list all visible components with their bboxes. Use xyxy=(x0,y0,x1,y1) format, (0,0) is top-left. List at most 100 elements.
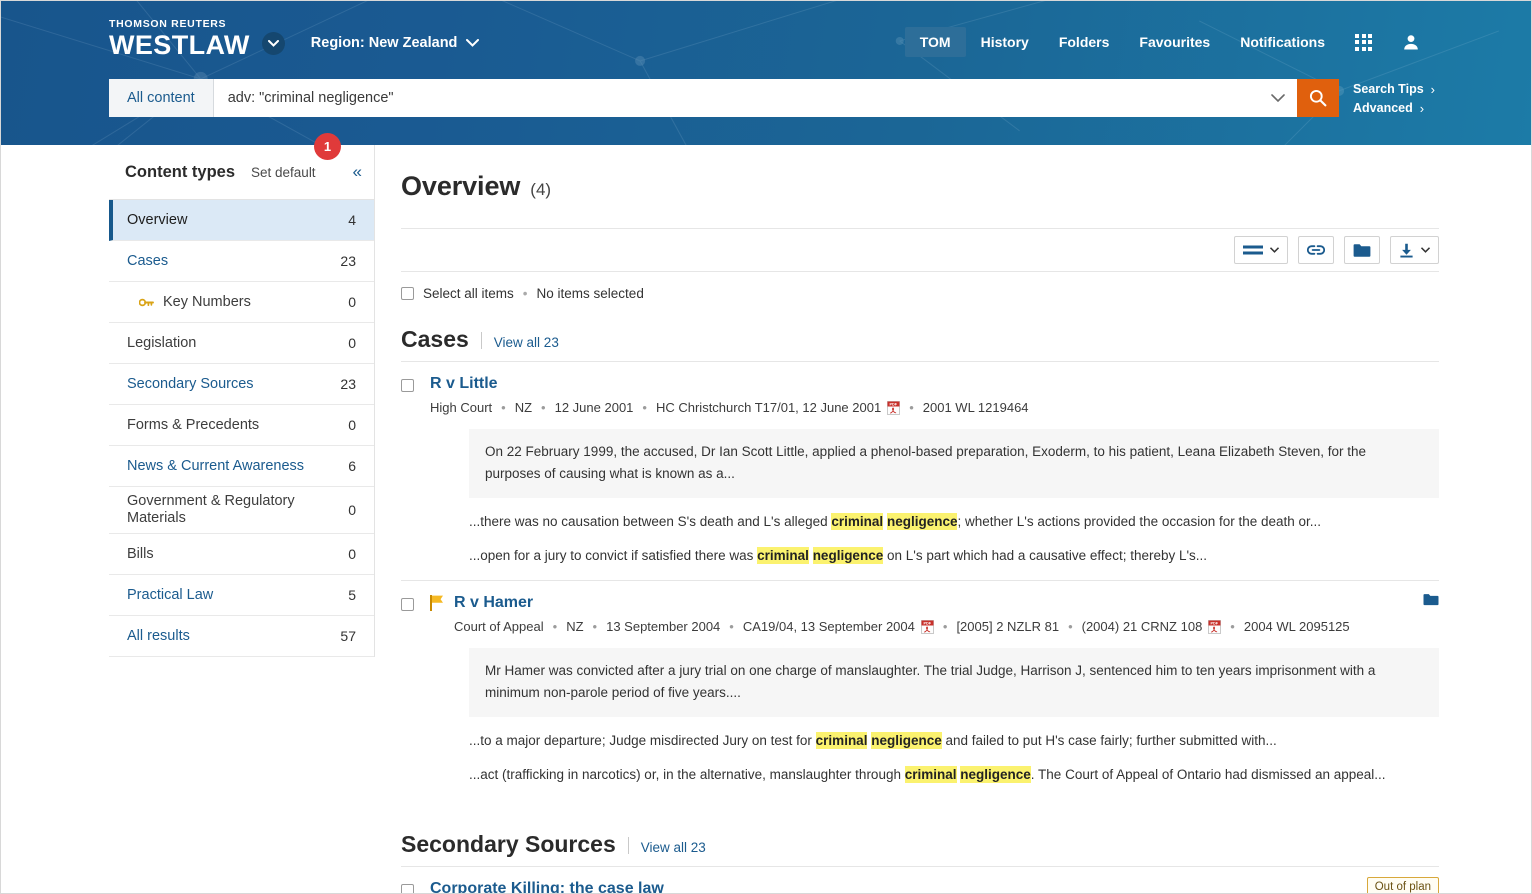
result-title-link[interactable]: R v Little xyxy=(430,374,498,394)
svg-text:PDF: PDF xyxy=(923,622,931,626)
double-chevron-left-icon[interactable]: « xyxy=(349,162,366,182)
key-icon xyxy=(139,297,154,308)
pdf-icon[interactable]: PDF xyxy=(920,620,934,634)
sidebar-item-label: Bills xyxy=(127,545,154,562)
meta-separator: • xyxy=(541,400,546,415)
page-title: Overview (4) xyxy=(401,145,1439,202)
link-icon xyxy=(1307,245,1325,255)
search-term-highlight: criminal xyxy=(904,766,957,783)
result-header: R v Hamer Court of Appeal • NZ • 13 September… xyxy=(401,593,1439,636)
out-of-plan-badge: Out of plan xyxy=(1366,877,1439,893)
view-all-link[interactable]: View all 23 xyxy=(641,840,706,855)
sidebar-item-label: Forms & Precedents xyxy=(127,416,260,433)
section-divider xyxy=(480,332,482,349)
search-button[interactable] xyxy=(1297,79,1340,117)
save-to-folder-icon[interactable] xyxy=(1423,593,1439,607)
result-summary: On 22 February 1999, the accused, Dr Ian… xyxy=(469,429,1439,498)
set-default-link[interactable]: Set default xyxy=(251,165,316,180)
meta-separator: • xyxy=(942,619,948,634)
nav-item-notifications[interactable]: Notifications xyxy=(1225,27,1340,57)
advanced-search-link[interactable]: Advanced › xyxy=(1353,99,1435,118)
result-body: R v Hamer Court of Appeal • NZ • 13 September… xyxy=(454,593,1439,636)
result-snippet: ...to a major departure; Judge misdirect… xyxy=(469,731,1439,751)
select-all-label[interactable]: Select all items xyxy=(423,286,514,301)
search-tips-link[interactable]: Search Tips › xyxy=(1353,80,1435,99)
result-meta-field: High Court xyxy=(430,400,493,415)
nav-item-tom[interactable]: TOM xyxy=(904,27,966,57)
search-term-highlight: negligence xyxy=(886,513,958,530)
search-term-highlight: criminal xyxy=(815,732,868,749)
nav-item-history[interactable]: History xyxy=(966,27,1044,57)
view-all-link[interactable]: View all 23 xyxy=(494,335,559,350)
sidebar-item-all-results[interactable]: All results 57 xyxy=(109,616,374,657)
result-meta-field: 12 June 2001 xyxy=(554,400,634,415)
select-all-checkbox[interactable] xyxy=(401,286,414,300)
westlaw-logo[interactable]: THOMSON REUTERS WESTLAW xyxy=(109,19,250,60)
yellow-flag-icon[interactable] xyxy=(430,595,444,611)
region-selector[interactable]: Region: New Zealand xyxy=(311,35,480,51)
result-title-link[interactable]: Corporate Killing: the case law xyxy=(430,879,664,893)
sidebar-item-label: Government & Regulatory Materials xyxy=(127,493,295,526)
sidebar-item-count: 23 xyxy=(340,376,356,392)
sidebar-item-secondary-sources[interactable]: Secondary Sources 23 xyxy=(109,364,374,405)
sidebar-item-count: 4 xyxy=(348,212,356,228)
folder-icon xyxy=(1423,594,1439,606)
meta-separator: • xyxy=(909,400,914,415)
apps-grid-icon[interactable] xyxy=(1340,27,1387,58)
copy-link-button[interactable] xyxy=(1298,236,1334,264)
snippet-pre: ...open for a jury to convict if satisfi… xyxy=(469,548,758,563)
page-title-text: Overview xyxy=(401,171,521,201)
sidebar-item-label: News & Current Awareness xyxy=(127,457,305,474)
yellow-flag-icon xyxy=(430,595,443,611)
pdf-icon[interactable]: PDF xyxy=(887,401,901,415)
result-title-link[interactable]: R v Hamer xyxy=(454,593,533,613)
save-to-folder-button[interactable] xyxy=(1344,236,1380,264)
sidebar-item-count: 57 xyxy=(340,628,356,644)
result-checkbox[interactable] xyxy=(401,884,414,893)
highlight-lines-dropdown[interactable] xyxy=(1234,236,1288,264)
download-dropdown[interactable] xyxy=(1390,236,1439,264)
sidebar-item-overview[interactable]: Overview 4 xyxy=(109,200,374,241)
two-lines-icon xyxy=(1243,245,1263,255)
result-summary: Mr Hamer was convicted after a jury tria… xyxy=(469,648,1439,717)
page-body: 1 Content types Set default « Overview 4 C… xyxy=(1,133,1531,893)
snippet-post: on L's part which had a causative effect… xyxy=(883,548,1208,563)
search-input-wrapper xyxy=(213,79,1298,117)
results-main: Overview (4) Select all items • No items… xyxy=(375,145,1531,893)
result-body: Corporate Killing: the case law xyxy=(430,879,1439,893)
result-meta-field: [2005] 2 NZLR 81 xyxy=(956,619,1060,634)
svg-text:PDF: PDF xyxy=(890,403,898,407)
result-item: Corporate Killing: the case law Out of pl… xyxy=(401,866,1439,893)
meta-separator: • xyxy=(552,619,558,634)
search-term-highlight: criminal xyxy=(831,513,884,530)
sidebar-item-government-regulatory-materials: Government & Regulatory Materials 0 xyxy=(109,487,374,534)
nav-item-favourites[interactable]: Favourites xyxy=(1124,27,1225,57)
search-scope-selector[interactable]: All content xyxy=(109,79,214,117)
region-label: Region: New Zealand xyxy=(310,35,458,51)
section-divider xyxy=(627,837,629,854)
results-section: Secondary Sources View all 23 Corporate Ki… xyxy=(401,831,1439,893)
selection-status: No items selected xyxy=(536,285,644,301)
result-checkbox[interactable] xyxy=(401,598,414,611)
result-header: R v Little High Court • NZ • 12 June 2001 • HC … xyxy=(401,374,1439,417)
user-profile-icon[interactable] xyxy=(1387,26,1435,58)
app-header: THOMSON REUTERS WESTLAW Region: New Zeal… xyxy=(1,1,1531,145)
sidebar-item-label: Cases xyxy=(127,252,169,269)
sidebar-item-news-current-awareness[interactable]: News & Current Awareness 6 xyxy=(109,446,374,487)
nav-item-folders[interactable]: Folders xyxy=(1044,27,1125,57)
result-meta-field: HC Christchurch T17/01, 12 June 2001 xyxy=(655,400,882,415)
result-checkbox[interactable] xyxy=(401,379,414,392)
section-header: Cases View all 23 xyxy=(401,326,1439,361)
sidebar-item-label: Secondary Sources xyxy=(127,375,254,392)
chevron-down-circle-icon[interactable] xyxy=(261,31,285,55)
search-input[interactable] xyxy=(213,79,1260,117)
pdf-icon[interactable]: PDF xyxy=(1208,620,1222,634)
chevron-right-icon: › xyxy=(1419,101,1425,116)
results-section: Cases View all 23 R v Little High Court • NZ •… xyxy=(401,326,1439,799)
sidebar-item-practical-law[interactable]: Practical Law 5 xyxy=(109,575,374,616)
content-types-list: Overview 4 Cases 23 Key Numbers 0 Legislation 0… xyxy=(109,199,374,657)
chevron-down-icon[interactable] xyxy=(1259,79,1297,117)
results-toolbar xyxy=(401,228,1439,272)
chevron-right-icon: › xyxy=(1430,82,1435,97)
sidebar-item-cases[interactable]: Cases 23 xyxy=(109,241,374,282)
